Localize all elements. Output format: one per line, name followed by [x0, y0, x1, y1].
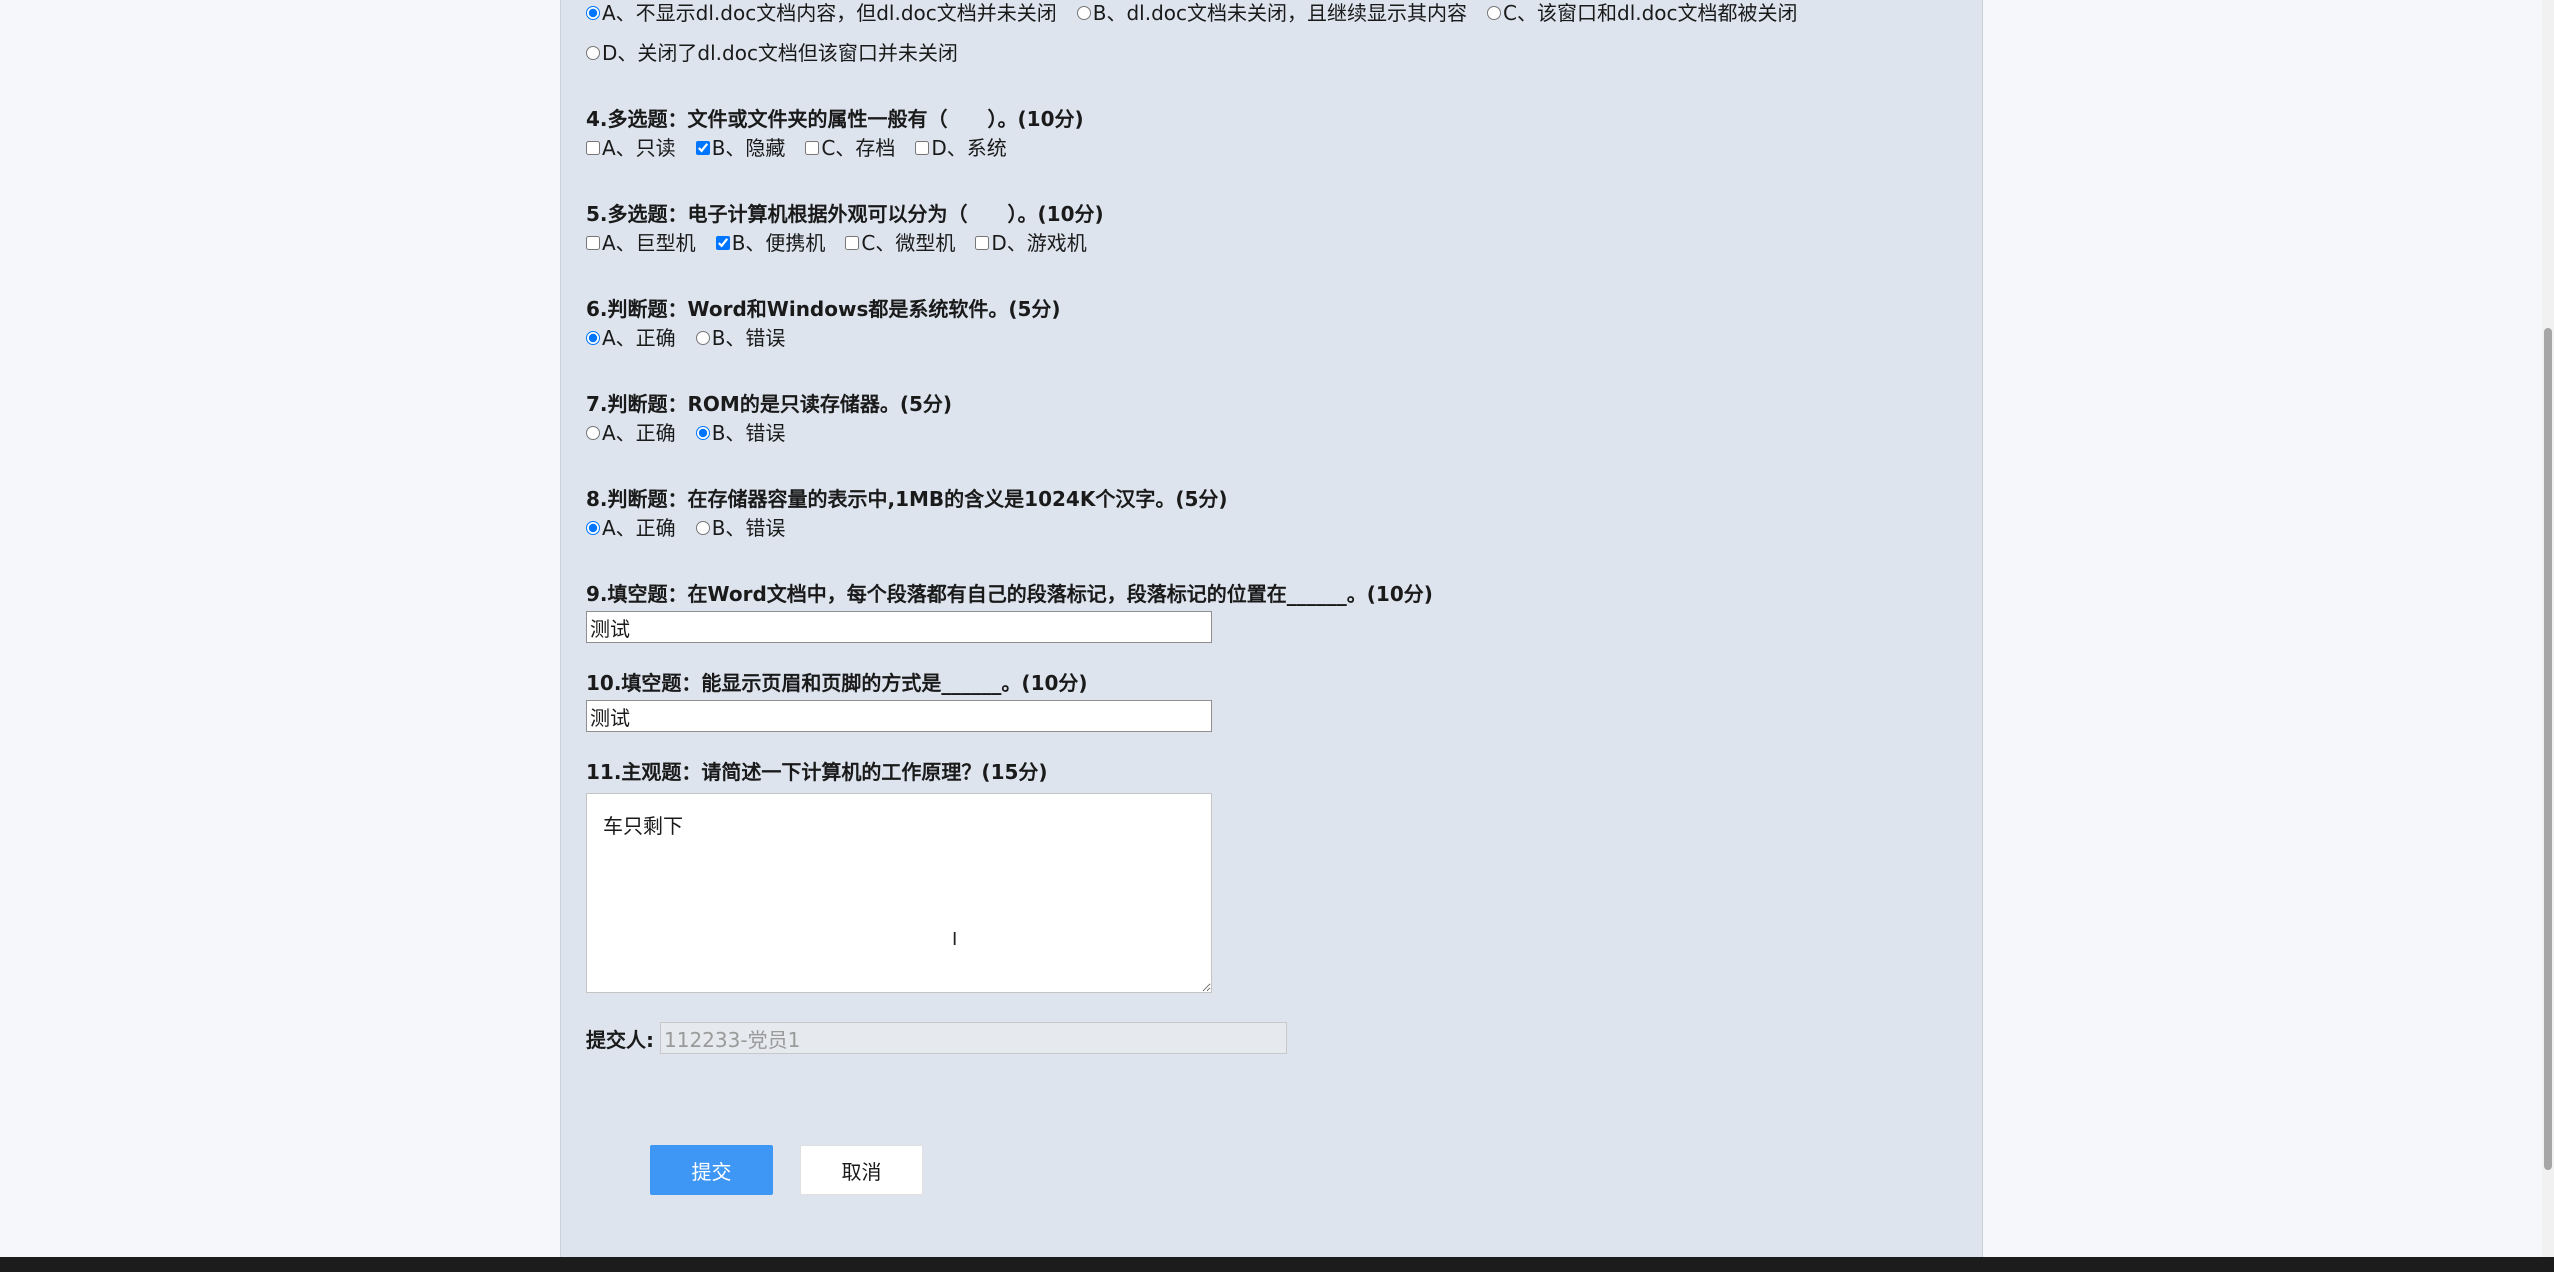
option-5b[interactable]: B、便携机 — [715, 230, 826, 256]
question-3-options-b: D、关闭了dl.doc文档但该窗口并未关闭 — [586, 40, 978, 66]
option-label: B、隐藏 — [711, 136, 786, 160]
radio-6b[interactable] — [695, 331, 710, 345]
cancel-button[interactable]: 取消 — [800, 1145, 923, 1195]
question-3-options-a: A、不显示dl.doc文档内容，但dl.doc文档并未关闭 B、dl.doc文档… — [586, 0, 1818, 26]
option-4a[interactable]: A、只读 — [586, 135, 676, 161]
taskbar-strip — [0, 1257, 2554, 1272]
option-label: B、错误 — [711, 421, 786, 445]
answer-input-9[interactable] — [586, 611, 1212, 643]
option-4c[interactable]: C、存档 — [805, 135, 895, 161]
question-4: 4.多选题：文件或文件夹的属性一般有（ ）。(10分) A、只读 B、隐藏 C、… — [586, 106, 1084, 161]
option-6a[interactable]: A、正确 — [586, 325, 676, 351]
checkbox-5b[interactable] — [715, 236, 730, 250]
option-label: A、正确 — [602, 516, 676, 540]
radio-3a[interactable] — [586, 6, 600, 20]
submitter-label: 提交人: — [586, 1027, 654, 1052]
option-6b[interactable]: B、错误 — [695, 325, 786, 351]
option-label: D、系统 — [931, 136, 1007, 160]
option-7a[interactable]: A、正确 — [586, 420, 676, 446]
question-8: 8.判断题：在存储器容量的表示中,1MB的含义是1024K个汉字。(5分) A、… — [586, 486, 1228, 541]
checkbox-5d[interactable] — [975, 236, 990, 250]
option-label: B、错误 — [711, 326, 786, 350]
answer-input-10[interactable] — [586, 700, 1212, 732]
radio-8a[interactable] — [586, 521, 600, 535]
submitter-field — [660, 1022, 1287, 1054]
checkbox-5a[interactable] — [586, 236, 600, 250]
text-cursor-icon: I — [952, 929, 958, 950]
option-3d[interactable]: D、关闭了dl.doc文档但该窗口并未关闭 — [586, 40, 958, 66]
option-label: C、微型机 — [861, 231, 956, 255]
option-3c[interactable]: C、该窗口和dl.doc文档都被关闭 — [1487, 0, 1798, 26]
option-label: C、存档 — [821, 136, 896, 160]
option-3b[interactable]: B、dl.doc文档未关闭，且继续显示其内容 — [1076, 0, 1468, 26]
question-title: 9.填空题：在Word文档中，每个段落都有自己的段落标记，段落标记的位置在___… — [586, 582, 1433, 606]
option-5d[interactable]: D、游戏机 — [975, 230, 1087, 256]
checkbox-4b[interactable] — [695, 141, 710, 155]
checkbox-5c[interactable] — [845, 236, 860, 250]
option-7b[interactable]: B、错误 — [695, 420, 786, 446]
option-3a[interactable]: A、不显示dl.doc文档内容，但dl.doc文档并未关闭 — [586, 0, 1057, 26]
option-label: D、关闭了dl.doc文档但该窗口并未关闭 — [602, 41, 958, 65]
question-5: 5.多选题：电子计算机根据外观可以分为（ ）。(10分) A、巨型机 B、便携机… — [586, 201, 1107, 256]
radio-7a[interactable] — [586, 426, 600, 440]
option-label: A、不显示dl.doc文档内容，但dl.doc文档并未关闭 — [602, 1, 1057, 25]
option-5c[interactable]: C、微型机 — [845, 230, 955, 256]
option-label: A、只读 — [602, 136, 676, 160]
essay-textarea[interactable]: 车只剩下 — [586, 793, 1212, 993]
page: A、不显示dl.doc文档内容，但dl.doc文档并未关闭 B、dl.doc文档… — [0, 0, 2554, 1272]
checkbox-4c[interactable] — [805, 141, 820, 155]
option-label: B、便携机 — [731, 231, 826, 255]
question-9: 9.填空题：在Word文档中，每个段落都有自己的段落标记，段落标记的位置在___… — [586, 581, 1433, 643]
option-label: B、dl.doc文档未关闭，且继续显示其内容 — [1092, 1, 1468, 25]
scrollbar-thumb[interactable] — [2544, 328, 2552, 1170]
question-title: 10.填空题：能显示页眉和页脚的方式是______。(10分) — [586, 671, 1088, 695]
question-title: 8.判断题：在存储器容量的表示中,1MB的含义是1024K个汉字。(5分) — [586, 487, 1228, 511]
option-4d[interactable]: D、系统 — [915, 135, 1007, 161]
radio-3d[interactable] — [586, 46, 600, 60]
option-4b[interactable]: B、隐藏 — [695, 135, 786, 161]
question-title: 11.主观题：请简述一下计算机的工作原理？(15分) — [586, 760, 1048, 784]
question-11: 11.主观题：请简述一下计算机的工作原理？(15分) 车只剩下 — [586, 759, 1212, 997]
radio-7b[interactable] — [695, 426, 710, 440]
option-8a[interactable]: A、正确 — [586, 515, 676, 541]
option-label: A、正确 — [602, 421, 676, 445]
question-title: 5.多选题：电子计算机根据外观可以分为（ ）。(10分) — [586, 202, 1104, 226]
question-7: 7.判断题：ROM的是只读存储器。(5分) A、正确 B、错误 — [586, 391, 952, 446]
option-8b[interactable]: B、错误 — [695, 515, 786, 541]
option-label: A、巨型机 — [602, 231, 696, 255]
submit-button[interactable]: 提交 — [650, 1145, 773, 1195]
submitter-row: 提交人: — [586, 1022, 1287, 1054]
checkbox-4d[interactable] — [915, 141, 930, 155]
radio-3b[interactable] — [1076, 6, 1091, 20]
question-title: 7.判断题：ROM的是只读存储器。(5分) — [586, 392, 953, 416]
option-5a[interactable]: A、巨型机 — [586, 230, 696, 256]
option-label: C、该窗口和dl.doc文档都被关闭 — [1503, 1, 1798, 25]
question-title: 6.判断题：Word和Windows都是系统软件。(5分) — [586, 297, 1061, 321]
radio-8b[interactable] — [695, 521, 710, 535]
question-6: 6.判断题：Word和Windows都是系统软件。(5分) A、正确 B、错误 — [586, 296, 1061, 351]
checkbox-4a[interactable] — [586, 141, 600, 155]
radio-6a[interactable] — [586, 331, 600, 345]
option-label: A、正确 — [602, 326, 676, 350]
question-10: 10.填空题：能显示页眉和页脚的方式是______。(10分) — [586, 670, 1212, 732]
scrollbar[interactable] — [2542, 0, 2554, 1257]
question-title: 4.多选题：文件或文件夹的属性一般有（ ）。(10分) — [586, 107, 1084, 131]
radio-3c[interactable] — [1487, 6, 1502, 20]
option-label: D、游戏机 — [991, 231, 1087, 255]
option-label: B、错误 — [711, 516, 786, 540]
